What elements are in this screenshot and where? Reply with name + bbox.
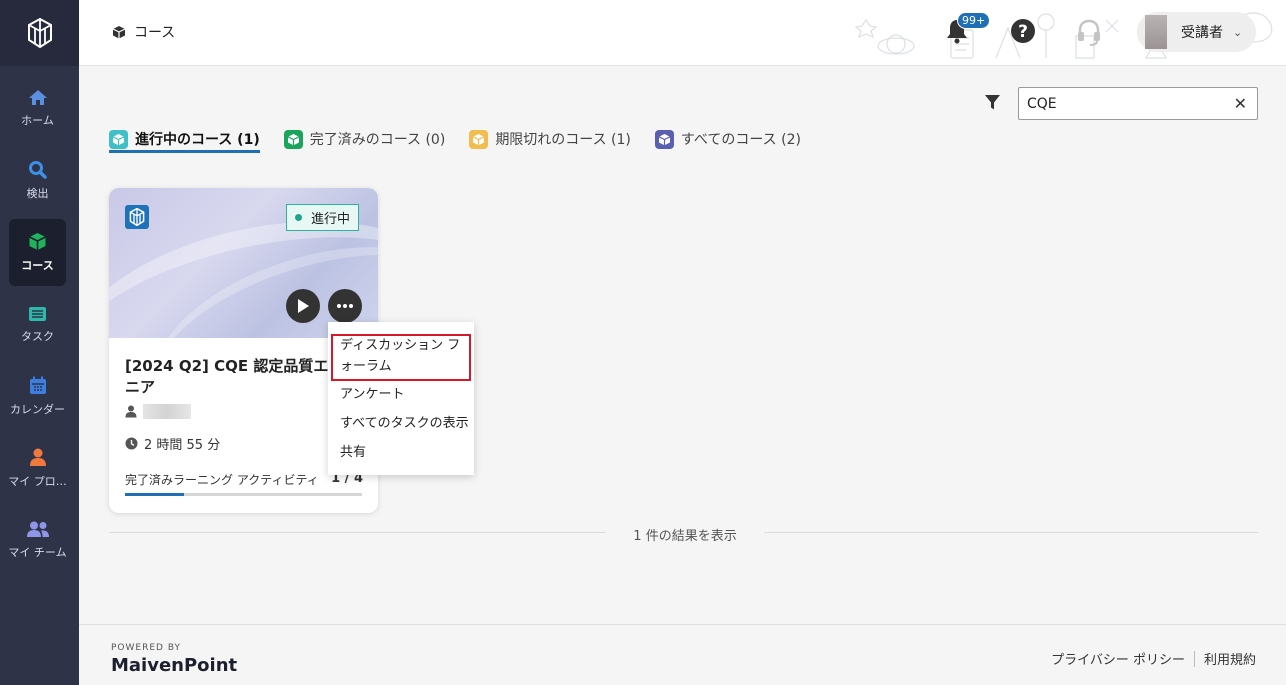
- footer: POWERED BY MaivenPoint プライバシー ポリシー 利用規約: [79, 624, 1286, 685]
- tab-all[interactable]: すべてのコース (2): [654, 126, 801, 152]
- user-name: 受講者: [1181, 25, 1223, 41]
- menu-item-share[interactable]: 共有: [340, 442, 366, 463]
- menu-item-survey[interactable]: アンケート: [340, 384, 404, 405]
- more-options-button[interactable]: [328, 289, 362, 323]
- sidebar-item-label: コース: [21, 259, 54, 272]
- sidebar-item-calendar[interactable]: カレンダー: [9, 363, 66, 430]
- tab-completed[interactable]: 完了済みのコース (0): [283, 126, 446, 152]
- filter-icon[interactable]: [984, 94, 1001, 111]
- chevron-down-icon: ⌄: [1233, 25, 1243, 39]
- progress-bar-fill: [125, 493, 185, 496]
- sidebar-item-tasks[interactable]: タスク: [9, 291, 66, 358]
- sidebar-item-label: マイ プロ…: [8, 475, 67, 488]
- user-menu[interactable]: 受講者 ⌄: [1137, 12, 1256, 52]
- status-label: 進行中: [311, 212, 351, 227]
- sidebar-item-label: ホーム: [21, 114, 54, 127]
- breadcrumb-label: コース: [134, 25, 176, 41]
- tab-label: 完了済みのコース (0): [309, 132, 446, 148]
- sidebar-item-label: 検出: [26, 187, 49, 200]
- completed-cube-icon: [283, 129, 303, 149]
- play-icon: [298, 299, 309, 313]
- divider: [1193, 650, 1195, 667]
- course-context-menu: ディスカッション フォーラム アンケート すべてのタスクの表示 共有: [328, 322, 474, 475]
- tab-label: 期限切れのコース (1): [495, 132, 631, 148]
- footer-links: プライバシー ポリシー 利用規約: [1051, 649, 1256, 668]
- sidebar-item-my-team[interactable]: マイ チーム: [8, 507, 67, 574]
- app-logo-icon: [27, 18, 52, 48]
- ellipsis-icon: [337, 304, 353, 308]
- tab-label: 進行中のコース (1): [135, 132, 260, 148]
- course-duration: 2 時間 55 分: [125, 434, 220, 453]
- status-dot-icon: [295, 214, 302, 221]
- calendar-icon: [29, 376, 46, 394]
- help-icon[interactable]: ?: [1010, 18, 1036, 44]
- course-thumbnail[interactable]: 進行中: [109, 188, 378, 338]
- result-count: 1 件の結果を表示: [633, 529, 737, 544]
- privacy-policy-link[interactable]: プライバシー ポリシー: [1051, 649, 1185, 668]
- in-progress-cube-icon: [109, 129, 128, 149]
- progress-label-text: 完了済みラーニング アクティビティ: [125, 473, 319, 487]
- duration-text: 2 時間 55 分: [144, 438, 221, 453]
- sidebar-item-label: タスク: [21, 329, 54, 343]
- tab-in-progress[interactable]: 進行中のコース (1): [109, 126, 260, 153]
- sidebar-item-home[interactable]: ホーム: [9, 75, 66, 142]
- task-icon: [29, 306, 46, 321]
- all-cube-icon: [654, 129, 674, 149]
- notification-badge: 99+: [957, 12, 991, 29]
- course-cube-icon: [29, 233, 46, 250]
- sidebar-item-label: カレンダー: [10, 403, 65, 416]
- divider: [764, 532, 1258, 533]
- search-icon: [29, 161, 47, 179]
- powered-by-label: POWERED BY: [111, 643, 182, 653]
- search-input[interactable]: CQE ✕: [1018, 87, 1258, 120]
- sidebar-item-discover[interactable]: 検出: [9, 147, 66, 214]
- app-logo[interactable]: [0, 0, 79, 66]
- tab-expired[interactable]: 期限切れのコース (1): [469, 126, 631, 152]
- course-status-tabs: 進行中のコース (1) 完了済みのコース (0) 期限切れのコース (1) すべ…: [109, 126, 825, 153]
- menu-item-discussion-forum[interactable]: ディスカッション フォーラム: [340, 335, 466, 377]
- sidebar: ホーム 検出 コース タスク カレンダー マイ プロ… マイ チーム: [0, 0, 79, 685]
- team-icon: [26, 521, 49, 537]
- search-value: CQE: [1027, 95, 1057, 112]
- avatar: [1145, 15, 1167, 49]
- sidebar-item-label: マイ チーム: [8, 546, 67, 559]
- divider: [109, 532, 606, 533]
- course-logo-icon: [125, 205, 149, 229]
- play-button[interactable]: [286, 289, 320, 323]
- brand-logo: MaivenPoint: [111, 655, 238, 676]
- clock-icon: [125, 437, 138, 450]
- menu-item-view-all-tasks[interactable]: すべてのタスクの表示: [340, 413, 469, 434]
- tab-label: すべてのコース (2): [680, 132, 801, 148]
- progress-bar: [125, 493, 362, 496]
- breadcrumb: コース: [112, 22, 175, 42]
- home-icon: [28, 90, 47, 105]
- clear-search-icon[interactable]: ✕: [1234, 94, 1247, 113]
- course-cube-icon: [112, 26, 126, 39]
- status-badge: 進行中: [286, 204, 360, 231]
- terms-link[interactable]: 利用規約: [1204, 649, 1256, 668]
- expired-cube-icon: [469, 129, 489, 149]
- sidebar-item-my-profile[interactable]: マイ プロ…: [8, 435, 67, 502]
- top-header: コース 99+ ? 受講者 ⌄: [79, 0, 1286, 66]
- instructor-name-redacted: [143, 404, 191, 419]
- svg-text:?: ?: [1018, 22, 1028, 42]
- sidebar-item-courses[interactable]: コース: [9, 219, 66, 286]
- profile-icon: [29, 448, 46, 466]
- user-icon: [125, 405, 137, 418]
- course-instructor: [125, 404, 191, 419]
- headset-icon[interactable]: [1076, 18, 1102, 46]
